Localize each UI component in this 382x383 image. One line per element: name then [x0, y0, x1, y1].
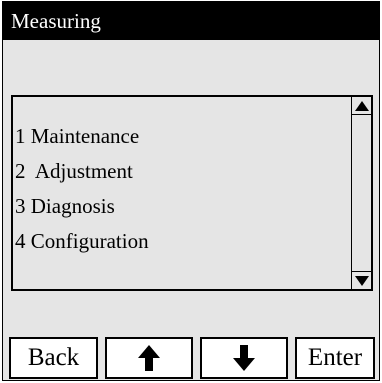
softkey-bar: Back Enter	[9, 337, 375, 379]
device-screen: Measuring 1 Maintenance 2 Adjustment 3 D…	[2, 1, 380, 381]
triangle-down-icon	[354, 275, 369, 286]
scroll-up-button[interactable]	[352, 97, 371, 115]
menu-list-box: 1 Maintenance 2 Adjustment 3 Diagnosis 4…	[11, 95, 373, 291]
back-button-label: Back	[27, 344, 80, 371]
arrow-up-icon	[138, 345, 160, 371]
triangle-up-icon	[354, 100, 369, 111]
back-button[interactable]: Back	[9, 337, 98, 379]
arrow-down-icon	[233, 345, 255, 371]
menu-item-adjustment[interactable]: 2 Adjustment	[13, 154, 353, 189]
enter-button[interactable]: Enter	[295, 337, 375, 379]
menu-item-diagnosis[interactable]: 3 Diagnosis	[13, 189, 353, 224]
page-title: Measuring	[11, 9, 101, 33]
down-button[interactable]	[200, 337, 288, 379]
menu-item-configuration[interactable]: 4 Configuration	[13, 224, 353, 259]
enter-button-label: Enter	[307, 344, 363, 371]
status-strip	[3, 40, 379, 93]
menu-item-maintenance[interactable]: 1 Maintenance	[13, 119, 353, 154]
menu-scrollbar[interactable]	[351, 97, 371, 289]
scroll-down-button[interactable]	[352, 271, 371, 289]
menu-list: 1 Maintenance 2 Adjustment 3 Diagnosis 4…	[13, 119, 353, 259]
up-button[interactable]	[105, 337, 193, 379]
title-bar: Measuring	[3, 2, 379, 40]
